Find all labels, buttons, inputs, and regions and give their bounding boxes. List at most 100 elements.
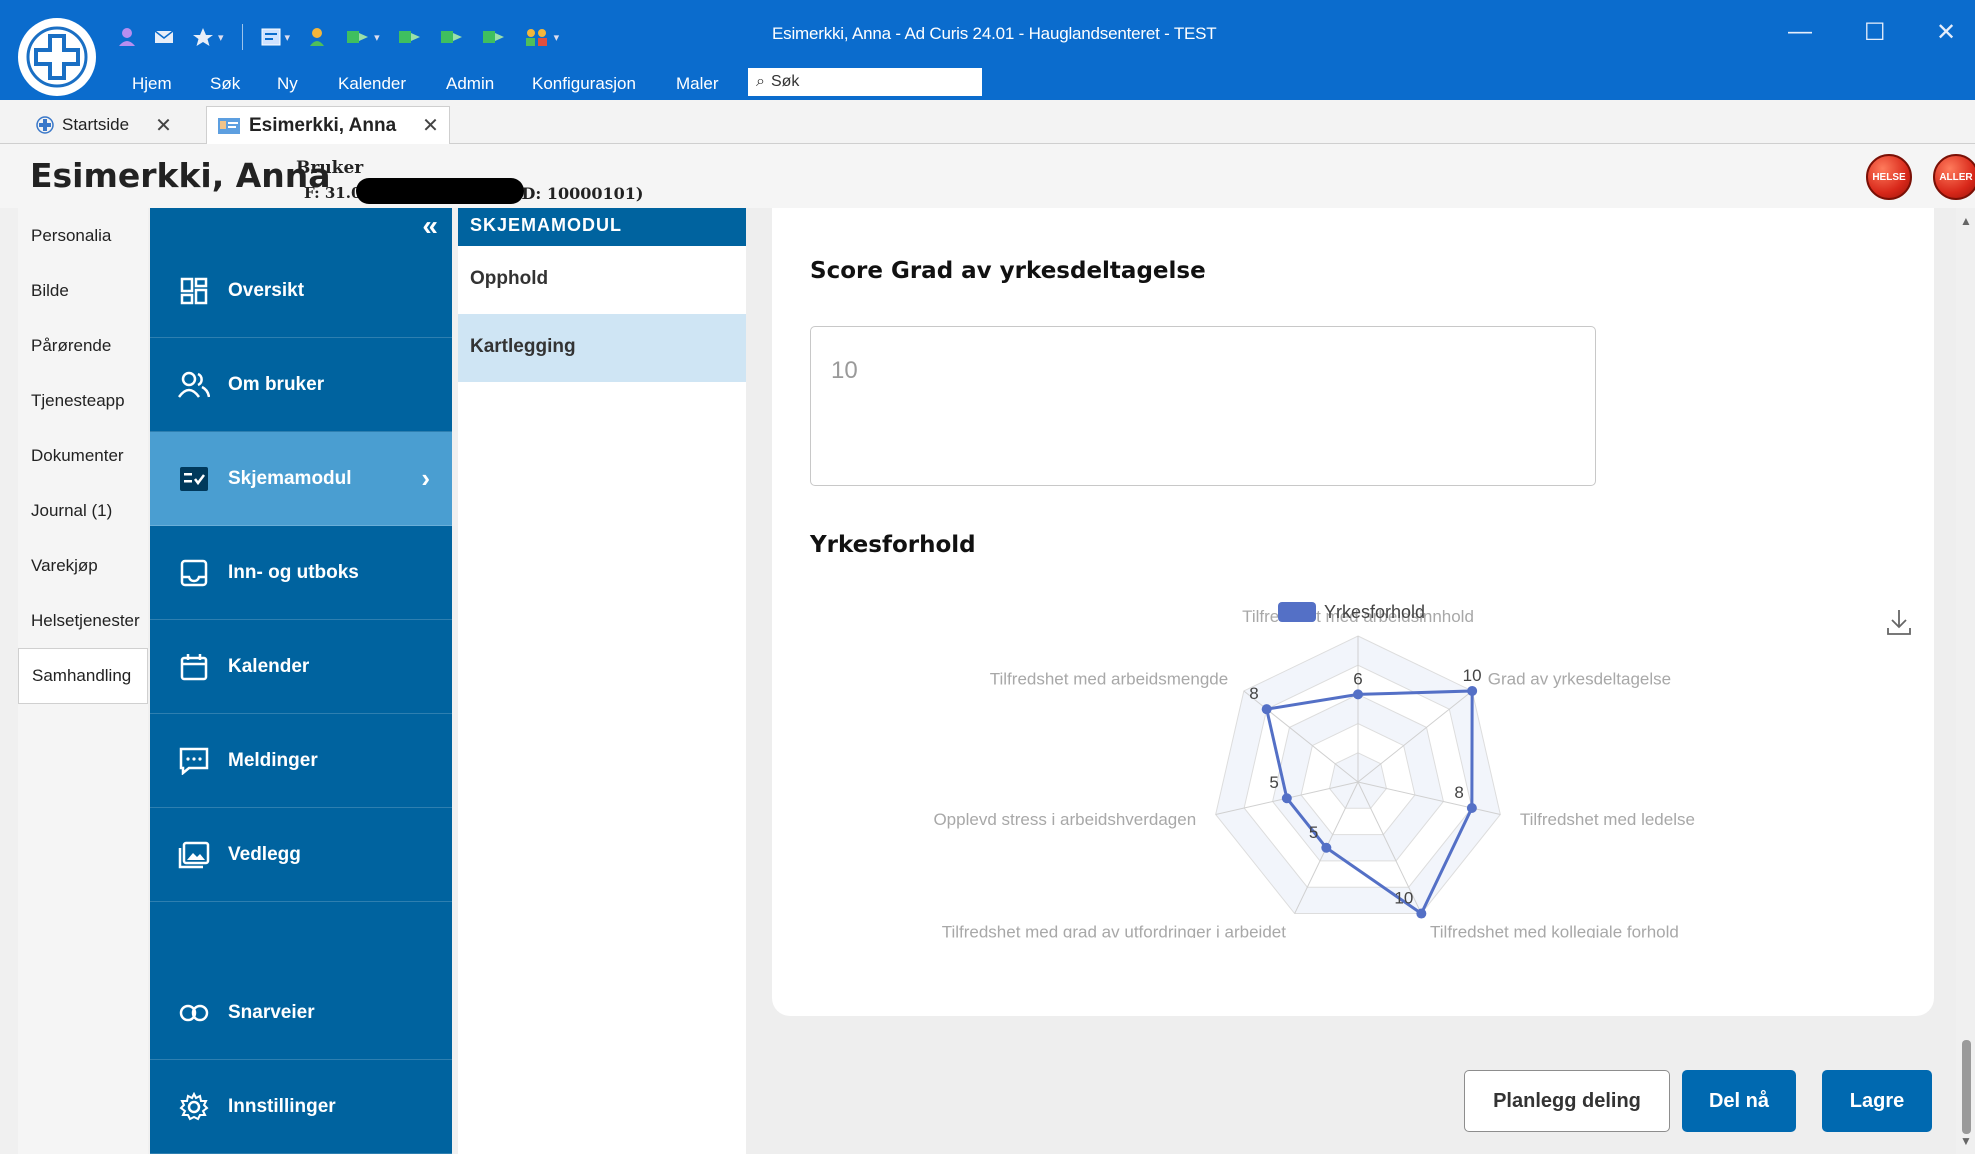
- transfer-icon-1[interactable]: [398, 28, 422, 46]
- close-tab-icon[interactable]: ✕: [422, 113, 439, 138]
- quick-access-toolbar: ▾ ▾ ▾ ▾: [118, 22, 559, 52]
- tab-startside[interactable]: Startside ✕: [26, 106, 182, 144]
- sidemenu-item-inn-og-utboks[interactable]: Inn- og utboks: [150, 526, 452, 620]
- leftnav-dokumenter[interactable]: Dokumenter: [31, 446, 124, 466]
- leftnav-parorende[interactable]: Pårørende: [31, 336, 111, 356]
- sidemenu-item-om-bruker[interactable]: Om bruker: [150, 338, 452, 432]
- score-field[interactable]: 10: [810, 326, 1596, 486]
- helse-alert-badge[interactable]: HELSE: [1866, 154, 1912, 200]
- people-group-icon[interactable]: ▾: [524, 27, 560, 47]
- radar-axis-label: Tilfredshet med arbeidsmengde: [990, 670, 1228, 689]
- redaction-bar: [356, 178, 524, 204]
- menu-hjem[interactable]: Hjem: [132, 74, 172, 94]
- submenu-item-opphold[interactable]: Opphold: [458, 246, 746, 314]
- radar-data-label: 8: [1454, 783, 1463, 802]
- radar-data-point: [1353, 689, 1363, 700]
- sidemenu-label: Om bruker: [228, 373, 325, 395]
- collapse-menu-icon[interactable]: «: [422, 210, 438, 242]
- group-forward-icon[interactable]: ▾: [346, 28, 380, 46]
- plan-share-button[interactable]: Planlegg deling: [1464, 1070, 1670, 1132]
- transfer-icon-2[interactable]: [440, 28, 464, 46]
- search-input[interactable]: ⌕ Søk: [748, 68, 982, 96]
- leftnav-samhandling[interactable]: Samhandling: [18, 648, 148, 704]
- leftnav-tjenesteapp[interactable]: Tjenesteapp: [31, 391, 125, 411]
- chevron-right-icon: ›: [421, 463, 430, 493]
- sidemenu-item-skjemamodul[interactable]: Skjemamodul ›: [150, 432, 452, 526]
- radar-data-point: [1466, 802, 1477, 813]
- star-icon[interactable]: ▾: [192, 27, 224, 47]
- radar-axis-label: Tilfredshet med grad av utfordringer i a…: [942, 923, 1287, 938]
- legend-swatch: [1278, 602, 1316, 622]
- calendar-icon: [178, 651, 210, 683]
- menu-sok[interactable]: Søk: [210, 74, 240, 94]
- application-window: { "window": { "title": "Esimerkki, Anna …: [0, 0, 1975, 1154]
- radar-data-label: 6: [1353, 669, 1362, 688]
- gear-icon: [178, 1091, 210, 1123]
- tab-label: Esimerkki, Anna: [249, 114, 397, 136]
- leftnav-journal[interactable]: Journal (1): [31, 501, 112, 521]
- sidemenu-item-innstillinger[interactable]: Innstillinger: [150, 1060, 452, 1154]
- submenu-item-kartlegging[interactable]: Kartlegging: [458, 314, 746, 382]
- sidemenu-item-snarveier[interactable]: Snarveier: [150, 966, 452, 1060]
- scroll-up-icon[interactable]: ▲: [1960, 214, 1972, 228]
- transfer-icon-3[interactable]: [482, 28, 506, 46]
- aller-alert-badge[interactable]: ALLER: [1933, 154, 1975, 200]
- chart-heading: Yrkesforhold: [810, 532, 976, 558]
- leftnav-bilde[interactable]: Bilde: [31, 281, 69, 301]
- minimize-icon[interactable]: —: [1788, 18, 1812, 46]
- radar-data-label: 8: [1249, 684, 1258, 703]
- leftnav-personalia[interactable]: Personalia: [31, 226, 111, 246]
- close-icon[interactable]: ✕: [1936, 18, 1956, 47]
- menu-konfigurasjon[interactable]: Konfigurasjon: [532, 74, 636, 94]
- leftnav-helsetjenester[interactable]: Helsetjenester: [31, 611, 140, 631]
- form-module-submenu: SKJEMAMODUL Opphold Kartlegging: [458, 208, 746, 1154]
- title-bar: ▾ ▾ ▾ ▾ Esimerkki, Anna - Ad Curis 24.01…: [0, 0, 1975, 100]
- person-pin-icon[interactable]: [308, 27, 328, 47]
- ribbon-menu-bar: Hjem Søk Ny Kalender Admin Konfigurasjon…: [0, 70, 1975, 100]
- tab-label: Startside: [62, 115, 130, 134]
- scroll-down-icon[interactable]: ▼: [1960, 1134, 1972, 1148]
- save-button[interactable]: Lagre: [1822, 1070, 1932, 1132]
- menu-admin[interactable]: Admin: [446, 74, 494, 94]
- home-logo-icon: [36, 116, 54, 134]
- sidemenu-item-meldinger[interactable]: Meldinger: [150, 714, 452, 808]
- search-icon: ⌕: [756, 73, 765, 90]
- menu-kalender[interactable]: Kalender: [338, 74, 406, 94]
- menu-ny[interactable]: Ny: [277, 74, 298, 94]
- radar-axis-label: Tilfredshet med kollegiale forhold: [1430, 923, 1679, 938]
- chevron-down-icon[interactable]: ▾: [554, 31, 560, 44]
- side-menu: « Oversikt Om bruker Skjemamodul › Inn- …: [150, 208, 452, 1154]
- close-tab-icon[interactable]: ✕: [155, 113, 172, 138]
- vertical-scrollbar[interactable]: ▲ ▼: [1956, 208, 1975, 1154]
- chevron-down-icon[interactable]: ▾: [374, 31, 380, 44]
- sidemenu-label: Skjemamodul: [228, 467, 352, 489]
- form-content-area: Score Grad av yrkesdeltagelse 10 Yrkesfo…: [746, 208, 1956, 1154]
- dashboard-icon: [178, 275, 210, 307]
- sidemenu-item-vedlegg[interactable]: Vedlegg: [150, 808, 452, 902]
- chevron-down-icon[interactable]: ▾: [218, 31, 224, 44]
- sidemenu-label: Vedlegg: [228, 843, 301, 865]
- radar-data-label: 5: [1269, 773, 1278, 792]
- patient-dob: F: 31.0: [304, 184, 362, 202]
- scrollbar-thumb[interactable]: [1962, 1040, 1971, 1134]
- link-icon: [178, 997, 210, 1029]
- share-now-button[interactable]: Del nå: [1682, 1070, 1796, 1132]
- attachment-gallery-icon: [178, 839, 210, 871]
- sidemenu-label: Snarveier: [228, 1001, 315, 1023]
- sidemenu-item-oversikt[interactable]: Oversikt: [150, 244, 452, 338]
- mail-icon[interactable]: [154, 29, 174, 45]
- chevron-down-icon[interactable]: ▾: [285, 31, 291, 44]
- patient-left-nav: Personalia Bilde Pårørende Tjenesteapp D…: [18, 208, 148, 1154]
- sidemenu-item-kalender[interactable]: Kalender: [150, 620, 452, 714]
- tab-patient[interactable]: Esimerkki, Anna ✕: [206, 106, 450, 144]
- menu-maler[interactable]: Maler: [676, 74, 719, 94]
- users-icon: [178, 369, 210, 401]
- radar-data-label: 10: [1463, 666, 1482, 685]
- maximize-icon[interactable]: ☐: [1864, 18, 1886, 47]
- patient-card-icon: [218, 117, 240, 134]
- radar-chart: Tilfredshet med arbeidsinnholdGrad av yr…: [933, 602, 1695, 938]
- user-icon[interactable]: [118, 27, 136, 47]
- form-icon[interactable]: ▾: [261, 28, 291, 46]
- leftnav-varekjop[interactable]: Varekjøp: [31, 556, 98, 576]
- download-icon[interactable]: [1886, 608, 1912, 636]
